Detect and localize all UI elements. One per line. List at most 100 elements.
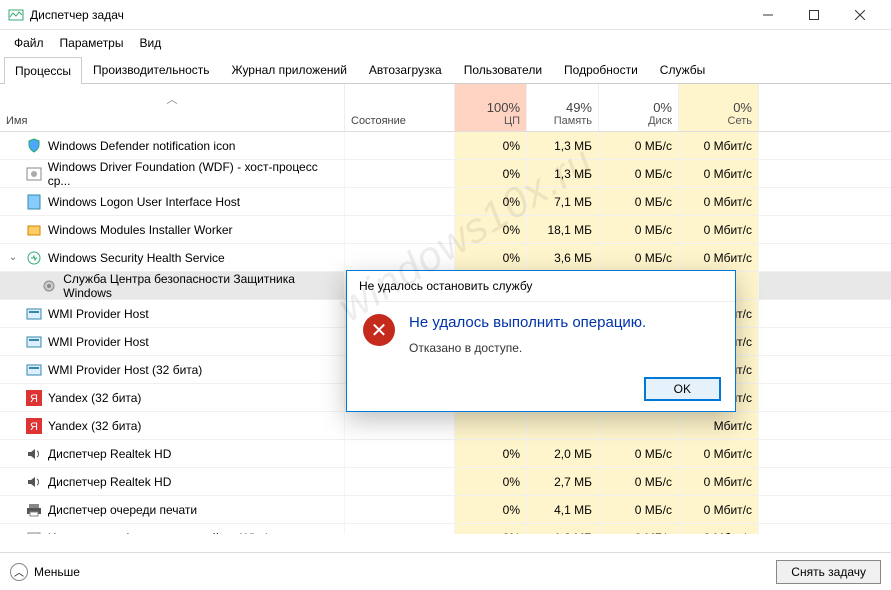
cell-mem: 7,1 МБ xyxy=(527,188,599,215)
wmi-icon xyxy=(26,334,42,350)
cell-cpu: 0% xyxy=(455,244,527,271)
collapse-chevron-icon[interactable]: ⌄ xyxy=(6,252,20,263)
process-name: Windows Modules Installer Worker xyxy=(48,223,233,237)
ok-button[interactable]: OK xyxy=(644,377,721,401)
table-row[interactable]: Диспетчер очереди печати0%4,1 МБ0 МБ/с0 … xyxy=(0,496,891,524)
minimize-button[interactable] xyxy=(745,0,791,30)
cell-mem xyxy=(527,412,599,439)
error-dialog: Не удалось остановить службу ✕ Не удалос… xyxy=(346,270,736,412)
cell-state xyxy=(345,188,455,215)
process-name: WMI Provider Host (32 бита) xyxy=(48,363,202,377)
cell-disk: 0 МБ/с xyxy=(599,440,679,467)
cell-state xyxy=(345,160,455,187)
cell-mem: 1,2 МБ xyxy=(527,524,599,534)
cell-name: WMI Provider Host xyxy=(0,300,345,327)
cell-state xyxy=(345,412,455,439)
table-row[interactable]: Windows Driver Foundation (WDF) - хост-п… xyxy=(0,160,891,188)
process-name: WMI Provider Host xyxy=(48,307,149,321)
cell-name: Я Yandex (32 бита) xyxy=(0,412,345,439)
cell-name: Windows Logon User Interface Host xyxy=(0,188,345,215)
table-row[interactable]: ⌄ Windows Security Health Service 0%3,6 МБ… xyxy=(0,244,891,272)
process-name: Диспетчер Realtek HD xyxy=(48,447,171,461)
cell-state xyxy=(345,132,455,159)
col-memory[interactable]: 49%Память xyxy=(527,84,599,131)
menu-options[interactable]: Параметры xyxy=(54,34,130,52)
cell-disk: 0 МБ/с xyxy=(599,216,679,243)
tab-details[interactable]: Подробности xyxy=(553,56,649,83)
dialog-main-text: Не удалось выполнить операцию. xyxy=(409,314,646,331)
taskmgr-icon xyxy=(8,7,24,23)
cell-disk: 0 МБ/с xyxy=(599,188,679,215)
dialog-title: Не удалось остановить службу xyxy=(347,271,735,302)
cell-disk: 0 МБ/с xyxy=(599,524,679,534)
cell-mem: 1,3 МБ xyxy=(527,132,599,159)
cell-name: Windows Defender notification icon xyxy=(0,132,345,159)
tab-performance[interactable]: Производительность xyxy=(82,56,220,83)
cell-name: WMI Provider Host xyxy=(0,328,345,355)
cell-cpu: 0% xyxy=(455,132,527,159)
cell-name: ⌄ Windows Security Health Service xyxy=(0,244,345,271)
cell-state xyxy=(345,216,455,243)
cell-disk: 0 МБ/с xyxy=(599,468,679,495)
col-name[interactable]: ︿Имя xyxy=(0,84,345,131)
cell-net: 0 Мбит/с xyxy=(679,524,759,534)
cell-name: Диспетчер очереди печати xyxy=(0,496,345,523)
cell-mem: 1,3 МБ xyxy=(527,160,599,187)
cell-disk xyxy=(599,412,679,439)
cell-name: Windows Modules Installer Worker xyxy=(0,216,345,243)
cell-state xyxy=(345,440,455,467)
process-name: Yandex (32 бита) xyxy=(48,391,141,405)
cell-cpu: 0% xyxy=(455,160,527,187)
cell-net: 0 Мбит/с xyxy=(679,440,759,467)
cell-disk: 0 МБ/с xyxy=(599,160,679,187)
audiograph-icon xyxy=(26,530,42,535)
cell-state xyxy=(345,468,455,495)
table-row[interactable]: Windows Defender notification icon 0%1,3 … xyxy=(0,132,891,160)
col-network[interactable]: 0%Сеть xyxy=(679,84,759,131)
cell-net: 0 Мбит/с xyxy=(679,132,759,159)
tab-app-history[interactable]: Журнал приложений xyxy=(221,56,358,83)
table-row[interactable]: Изоляция графов аудиоустройств Windows0%… xyxy=(0,524,891,534)
col-disk[interactable]: 0%Диск xyxy=(599,84,679,131)
cell-name: WMI Provider Host (32 бита) xyxy=(0,356,345,383)
wmi-icon xyxy=(26,306,42,322)
table-row[interactable]: Windows Modules Installer Worker0%18,1 М… xyxy=(0,216,891,244)
cell-mem: 2,0 МБ xyxy=(527,440,599,467)
cell-state xyxy=(345,524,455,534)
close-button[interactable] xyxy=(837,0,883,30)
svg-text:Я: Я xyxy=(30,421,38,433)
table-row[interactable]: Диспетчер Realtek HD0%2,0 МБ0 МБ/с0 Мбит… xyxy=(0,440,891,468)
health-icon xyxy=(26,250,42,266)
tab-users[interactable]: Пользователи xyxy=(453,56,553,83)
cell-mem: 4,1 МБ xyxy=(527,496,599,523)
cell-cpu xyxy=(455,412,527,439)
cell-net: Мбит/с xyxy=(679,412,759,439)
process-name: Windows Security Health Service xyxy=(48,251,225,265)
cell-name: Служба Центра безопасности Защитника Win… xyxy=(0,272,345,299)
table-row[interactable]: Windows Logon User Interface Host0%7,1 М… xyxy=(0,188,891,216)
gear-window-icon xyxy=(26,166,42,182)
process-name: Служба Центра безопасности Защитника Win… xyxy=(63,272,338,300)
tab-services[interactable]: Службы xyxy=(649,56,716,83)
menu-view[interactable]: Вид xyxy=(133,34,167,52)
process-name: Yandex (32 бита) xyxy=(48,419,141,433)
cell-disk: 0 МБ/с xyxy=(599,244,679,271)
maximize-button[interactable] xyxy=(791,0,837,30)
table-row[interactable]: Я Yandex (32 бита) Мбит/с xyxy=(0,412,891,440)
tab-startup[interactable]: Автозагрузка xyxy=(358,56,453,83)
cell-state xyxy=(345,244,455,271)
tab-processes[interactable]: Процессы xyxy=(4,57,82,84)
cell-mem: 3,6 МБ xyxy=(527,244,599,271)
table-row[interactable]: Диспетчер Realtek HD0%2,7 МБ0 МБ/с0 Мбит… xyxy=(0,468,891,496)
process-name: Диспетчер очереди печати xyxy=(48,503,197,517)
fewer-details-button[interactable]: ︿ Меньше xyxy=(10,563,80,581)
yandex-icon: Я xyxy=(26,418,42,434)
col-cpu[interactable]: 100%ЦП xyxy=(455,84,527,131)
end-task-button[interactable]: Снять задачу xyxy=(776,560,881,584)
cell-mem: 2,7 МБ xyxy=(527,468,599,495)
menu-file[interactable]: Файл xyxy=(8,34,50,52)
col-state[interactable]: Состояние xyxy=(345,84,455,131)
error-icon: ✕ xyxy=(363,314,395,346)
cell-cpu: 0% xyxy=(455,524,527,534)
titlebar: Диспетчер задач xyxy=(0,0,891,30)
